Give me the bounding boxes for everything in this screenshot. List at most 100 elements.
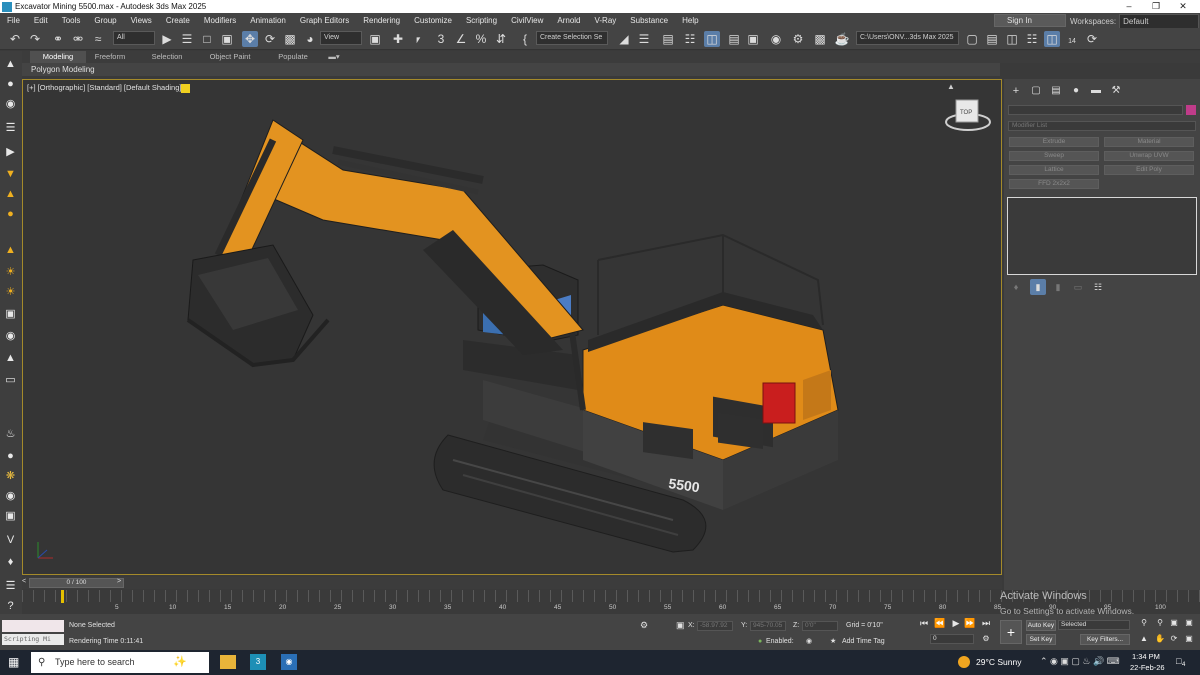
x-coordinate-field[interactable]: -58.97.92 [697,621,733,631]
modifier-lattice-button[interactable]: Lattice [1009,165,1099,175]
select-rotate-icon[interactable]: ⟳ [262,31,278,47]
clock-time[interactable]: 1:34 PM [1132,652,1160,661]
snaps-toggle-icon[interactable]: 3 [433,31,449,47]
project-path-dropdown[interactable]: C:\Users\ONV...3ds Max 2025 [856,31,959,45]
percent-snap-icon[interactable]: % [473,31,489,47]
helper-icon[interactable]: ▲ [3,351,18,366]
close-icon[interactable]: ✕ [1170,0,1196,13]
set-key-button[interactable]: Set Key [1026,634,1056,645]
scene-icon[interactable]: ▣ [3,509,18,524]
light-icon[interactable]: ▼ [3,167,18,182]
modifier-material-button[interactable]: Material [1104,137,1194,147]
menu-modifiers[interactable]: Modifiers [197,16,243,25]
sphere-light-icon[interactable]: ● [3,207,18,222]
sky-light-icon[interactable]: ☀ [3,285,18,300]
layers-icon[interactable]: ☰ [3,121,18,136]
window-crossing-icon[interactable]: ▣ [219,31,235,47]
clock-date[interactable]: 22-Feb-26 [1130,663,1165,672]
notification-icon[interactable]: □ [1176,656,1181,666]
menu-animation[interactable]: Animation [243,16,293,25]
sun-icon[interactable]: ▲ [3,187,18,202]
hierarchy-tab-icon[interactable]: ▤ [1048,83,1064,99]
modify-tab-icon[interactable]: ▢ [1028,83,1044,99]
show-end-result-icon[interactable]: ▮ [1030,279,1046,295]
time-configuration-icon[interactable]: ⚙ [980,634,992,643]
fire-icon[interactable]: ♨ [3,427,18,442]
display-tab-icon[interactable]: ▬ [1088,83,1104,99]
named-selection-set-input[interactable]: Create Selection Se [536,31,608,45]
create-icon[interactable]: ▲ [3,57,18,72]
make-unique-icon[interactable]: ▮ [1050,279,1066,295]
previous-frame-icon[interactable]: ⏪ [934,618,946,629]
shapes-icon[interactable]: ▭ [3,373,18,388]
schematic-view-icon[interactable]: ▣ [745,31,761,47]
maximize-icon[interactable]: ❐ [1143,0,1169,13]
tab-freeform[interactable]: Freeform [86,51,134,63]
select-place-icon[interactable]: ◕ [302,31,318,47]
excavator-model[interactable]: 5500 TOP ▲ [23,80,1002,575]
motion-tab-icon[interactable]: ● [1068,83,1084,99]
geometry-icon[interactable]: ▣ [3,307,18,322]
create-tab-icon[interactable]: + [1008,83,1024,99]
menu-arnold[interactable]: Arnold [550,16,587,25]
zoom-icon[interactable]: ⚲ [1138,618,1150,627]
add-time-tag-label[interactable]: Add Time Tag [842,638,885,645]
menu-civilview[interactable]: CivilView [504,16,550,25]
time-slider-prev-icon[interactable]: < [22,578,29,585]
save-scene-icon[interactable]: ◫ [1044,31,1060,47]
select-object-icon[interactable]: ▶ [159,31,175,47]
tab-selection[interactable]: Selection [140,51,194,63]
set-project-icon[interactable]: ◫ [1004,31,1020,47]
zoom-all-icon[interactable]: ⚲ [1154,618,1166,627]
camera-icon[interactable]: ◉ [3,97,18,112]
selection-filter-dropdown[interactable]: All [113,31,155,45]
auto-key-button[interactable]: Auto Key [1026,620,1056,631]
time-slider-thumb[interactable]: 0 / 100 [29,578,124,588]
vray-icon[interactable]: V [3,533,18,548]
remove-modifier-icon[interactable]: ▭ [1070,279,1086,295]
menu-rendering[interactable]: Rendering [356,16,407,25]
rendered-frame-window-icon[interactable]: ▩ [812,31,828,47]
menu-customize[interactable]: Customize [407,16,459,25]
spinner-snap-icon[interactable]: ⇵ [493,31,509,47]
modifier-edit-poly-button[interactable]: Edit Poly [1104,165,1194,175]
current-frame-marker[interactable] [61,590,64,603]
app-taskbar-icon[interactable]: ◉ [281,654,297,670]
weather-text[interactable]: 29°C Sunny [976,657,1021,667]
pan-icon[interactable]: ✋ [1154,634,1166,643]
pin-stack-icon[interactable]: ♦ [1008,279,1024,295]
project-folder-icon[interactable]: ▢ [964,31,980,47]
utility-icon[interactable]: ◉ [3,489,18,504]
time-tag-icon[interactable]: ★ [830,637,836,645]
go-to-end-icon[interactable]: ⏭ [980,618,992,629]
current-frame-field[interactable]: 0 [930,634,974,644]
next-frame-icon[interactable]: ⏩ [964,618,976,629]
mirror-icon[interactable]: ◢ [616,31,632,47]
layer-explorer-icon[interactable]: ☷ [682,31,698,47]
object-color-swatch[interactable] [1186,105,1196,115]
scene-explorer-icon[interactable]: ▤ [660,31,676,47]
menu-file[interactable]: File [0,16,27,25]
object-name-field[interactable] [1008,105,1183,115]
polygon-modeling-panel[interactable]: Polygon Modeling [0,63,1000,76]
tab-object-paint[interactable]: Object Paint [200,51,260,63]
frame-badge-icon[interactable]: 14 [1064,31,1080,47]
manipulate-icon[interactable]: ✚ [390,31,406,47]
workspaces-value[interactable]: Default [1119,14,1200,29]
video-icon[interactable]: ▶ [3,145,18,160]
redo-icon[interactable]: ↷ [27,31,43,47]
viewport-orthographic[interactable]: [+] [Orthographic] [Standard] [Default S… [22,79,1002,575]
isolate-icon[interactable]: ⚙ [640,620,648,631]
menu-substance[interactable]: Substance [623,16,675,25]
select-scale-icon[interactable]: ▩ [282,31,298,47]
system-tray-icons[interactable]: ⌃ ◉ ▣ ▢ ♨ 🔊 ⌨ [1040,656,1120,667]
windows-start-icon[interactable]: ▦ [8,655,22,669]
set-key-plus-button[interactable]: + [1000,620,1022,644]
render-setup-icon[interactable]: ⚙ [790,31,806,47]
menu-tools[interactable]: Tools [55,16,88,25]
configure-sets-icon[interactable]: ☷ [1090,279,1106,295]
file-explorer-icon[interactable] [220,655,236,669]
utilities-tab-icon[interactable]: ⚒ [1108,83,1124,99]
omni-light-icon[interactable]: ☀ [3,265,18,280]
asset-tracking-icon[interactable]: ☷ [1024,31,1040,47]
